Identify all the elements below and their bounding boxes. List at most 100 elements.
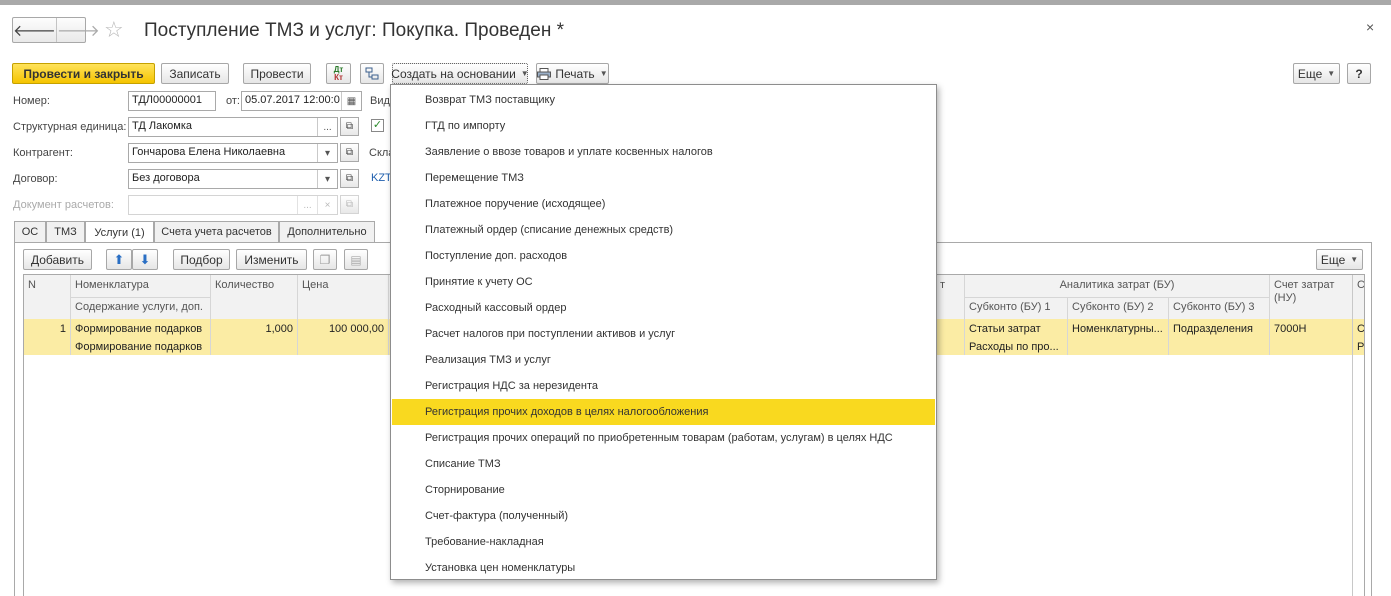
checkbox-checked[interactable]: ✓ [371, 119, 384, 132]
contract-field[interactable]: Без договора ▾ [128, 169, 338, 189]
tab-settlement-accounts[interactable]: Счета учета расчетов [154, 221, 279, 242]
add-button[interactable]: Добавить [23, 249, 92, 270]
post-label: Провести [250, 66, 304, 81]
menu-item[interactable]: Возврат ТМЗ поставщику [392, 87, 935, 113]
open-icon[interactable]: ⧉ [340, 169, 359, 188]
open-icon[interactable]: ⧉ [340, 117, 359, 136]
open-icon[interactable]: ⧉ [340, 143, 359, 162]
row-nomenclature[interactable]: Формирование подарков [71, 319, 210, 339]
currency-link[interactable]: KZT [371, 172, 392, 184]
ellipsis-icon[interactable]: ... [297, 196, 317, 214]
column-header-subconto-1[interactable]: Субконто (БУ) 1 [965, 297, 1067, 319]
number-field[interactable]: ТДЛ00000001 [128, 91, 216, 111]
favorite-star-icon[interactable]: ☆ [104, 17, 124, 43]
row-quantity[interactable]: 1,000 [211, 319, 297, 339]
column-header-price[interactable]: Цена [298, 275, 388, 319]
clear-icon[interactable]: × [317, 196, 337, 214]
menu-item[interactable]: Расходный кассовый ордер [392, 295, 935, 321]
menu-item[interactable]: ГТД по импорту [392, 113, 935, 139]
close-icon[interactable]: × [1366, 19, 1374, 35]
menu-item[interactable]: Платежное поручение (исходящее) [392, 191, 935, 217]
tab-label: Счета учета расчетов [161, 226, 272, 238]
column-header-quantity[interactable]: Количество [211, 275, 297, 319]
add-label: Добавить [30, 252, 85, 267]
paste-icon[interactable]: ▤ [344, 249, 368, 270]
menu-item[interactable]: Требование-накладная [392, 529, 935, 555]
column-divider [1168, 297, 1169, 355]
menu-item[interactable]: Установка цен номенклатуры [392, 555, 935, 581]
column-header-subconto-3[interactable]: Субконто (БУ) 3 [1169, 297, 1269, 319]
column-divider [1067, 297, 1068, 355]
print-label: Печать [555, 66, 595, 81]
column-header-cost-account-nu[interactable]: Счет затрат (НУ) [1270, 275, 1352, 319]
forward-arrow-icon[interactable]: 🡒 [55, 18, 100, 42]
tab-additional[interactable]: Дополнительно [279, 221, 375, 242]
settlement-doc-label: Документ расчетов: [13, 199, 114, 211]
menu-item[interactable]: Регистрация НДС за нерезидента [392, 373, 935, 399]
post-and-close-button[interactable]: Провести и закрыть [12, 63, 155, 84]
date-label: от: [226, 95, 240, 107]
menu-item[interactable]: Перемещение ТМЗ [392, 165, 935, 191]
column-header-service-content[interactable]: Содержание услуги, доп. [71, 297, 210, 319]
tab-os[interactable]: ОС [14, 221, 46, 242]
counterparty-field[interactable]: Гончарова Елена Николаевна ▾ [128, 143, 338, 163]
menu-item[interactable]: Принятие к учету ОС [392, 269, 935, 295]
tab-tmz[interactable]: ТМЗ [46, 221, 85, 242]
help-button[interactable]: ? [1347, 63, 1371, 84]
table-more-button[interactable]: Еще ▼ [1316, 249, 1363, 270]
pick-button[interactable]: Подбор [173, 249, 230, 270]
row-service-content[interactable]: Формирование подарков [71, 337, 210, 357]
date-field[interactable]: 05.07.2017 12:00:0 ▦ [241, 91, 362, 111]
row-subconto-1-value[interactable]: Расходы по про... [965, 337, 1067, 357]
more-button[interactable]: Еще ▼ [1293, 63, 1340, 84]
column-header-nomenclature[interactable]: Номенклатура [71, 275, 210, 297]
menu-item[interactable]: Счет-фактура (полученный) [392, 503, 935, 529]
kt-label: Кт [334, 72, 343, 82]
menu-item[interactable]: Поступление доп. расходов [392, 243, 935, 269]
row-cost-account-nu[interactable]: 7000Н [1270, 319, 1352, 339]
column-header-n[interactable]: N [24, 275, 70, 319]
create-based-on-button[interactable]: Создать на основании ▼ [391, 63, 529, 84]
post-button[interactable]: Провести [243, 63, 311, 84]
edit-button[interactable]: Изменить [236, 249, 307, 270]
chevron-down-icon[interactable]: ▾ [317, 170, 337, 188]
menu-item[interactable]: Реализация ТМЗ и услуг [392, 347, 935, 373]
navigation-buttons: 🡐 🡒 [12, 17, 100, 43]
menu-item[interactable]: Регистрация прочих операций по приобрете… [392, 425, 935, 451]
save-button[interactable]: Записать [161, 63, 229, 84]
tab-label: Дополнительно [287, 226, 367, 238]
menu-item[interactable]: Заявление о ввозе товаров и уплате косве… [392, 139, 935, 165]
dt-kt-postings-icon[interactable]: Дт Кт [326, 63, 351, 84]
settlement-doc-field[interactable]: ... × [128, 195, 338, 215]
structure-icon[interactable] [360, 63, 384, 84]
tab-services[interactable]: Услуги (1) [85, 221, 154, 243]
copy-icon[interactable]: ❐ [313, 249, 337, 270]
row-subconto-2[interactable]: Номенклатурны... [1068, 319, 1168, 339]
tab-label: Услуги (1) [94, 226, 145, 239]
open-icon[interactable]: ⧉ [340, 195, 359, 214]
move-down-icon[interactable]: ⬇ [132, 249, 158, 270]
ellipsis-icon[interactable]: ... [317, 118, 337, 136]
menu-item[interactable]: Расчет налогов при поступлении активов и… [392, 321, 935, 347]
back-arrow-icon[interactable]: 🡐 [13, 18, 56, 42]
unit-field[interactable]: ТД Лакомка ... [128, 117, 338, 137]
menu-item[interactable]: Платежный ордер (списание денежных средс… [392, 217, 935, 243]
column-header-subconto-2[interactable]: Субконто (БУ) 2 [1068, 297, 1168, 319]
row-subconto-3[interactable]: Подразделения [1169, 319, 1269, 339]
print-button[interactable]: Печать ▼ [536, 63, 609, 84]
move-up-icon[interactable]: ⬆ [106, 249, 132, 270]
kind-label: Вид [370, 95, 390, 107]
column-divider [70, 275, 71, 355]
calendar-icon[interactable]: ▦ [341, 92, 361, 110]
save-label: Записать [169, 66, 221, 81]
row-subconto-1[interactable]: Статьи затрат [965, 319, 1067, 339]
table-more-label: Еще [1320, 252, 1346, 267]
row-last-col-bottom: Р [1357, 341, 1365, 353]
more-label: Еще [1297, 66, 1323, 81]
menu-item[interactable]: Сторнирование [392, 477, 935, 503]
create-based-on-menu: Возврат ТМЗ поставщику ГТД по импорту За… [390, 84, 937, 580]
menu-item-highlighted[interactable]: Регистрация прочих доходов в целях налог… [392, 399, 935, 425]
chevron-down-icon[interactable]: ▾ [317, 144, 337, 162]
row-price[interactable]: 100 000,00 [298, 319, 388, 339]
menu-item[interactable]: Списание ТМЗ [392, 451, 935, 477]
